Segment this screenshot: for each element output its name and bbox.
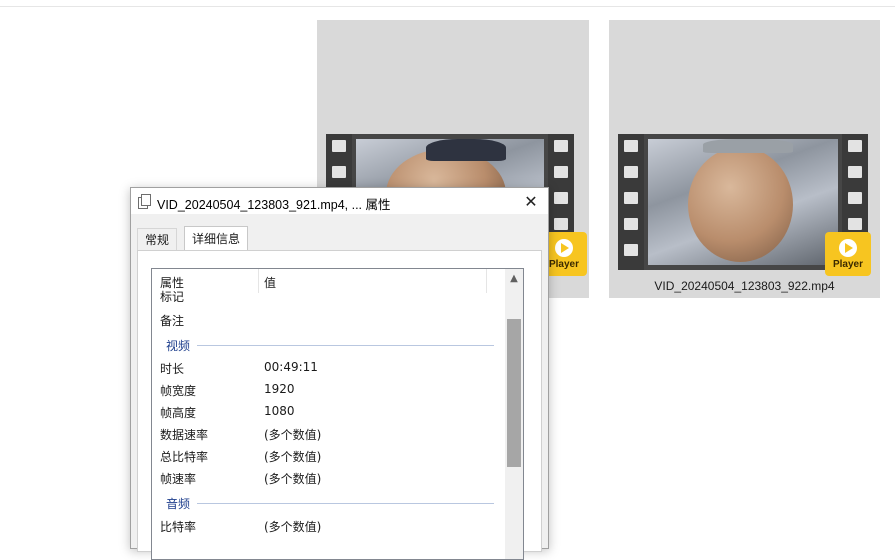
property-name: 数据速率	[160, 428, 209, 442]
properties-dialog: VID_20240504_123803_921.mp4, ... 属性 ✕ 常规…	[130, 187, 549, 560]
list-item[interactable]: 备注	[152, 309, 504, 331]
file-name: VID_20240504_123803_922.mp4	[654, 279, 835, 293]
property-value: (多个数值)	[264, 450, 322, 464]
property-value: 1920	[264, 382, 295, 396]
list-item[interactable]: 帧高度 1080	[152, 401, 504, 423]
file-properties-icon	[138, 194, 151, 209]
group-header-video: 视频	[152, 334, 504, 356]
scroll-up-arrow-icon[interactable]: ▲	[508, 273, 520, 284]
group-label: 视频	[166, 339, 191, 353]
group-label: 音频	[166, 497, 191, 511]
film-holes-left	[618, 134, 644, 270]
property-name: 标记	[160, 290, 185, 304]
vertical-scrollbar[interactable]: ▲	[505, 269, 523, 559]
list-item[interactable]: 标记	[152, 287, 504, 309]
tab-details[interactable]: 详细信息	[184, 226, 249, 251]
list-item[interactable]: 帧速率 (多个数值)	[152, 467, 504, 489]
play-icon	[839, 238, 857, 257]
property-name: 备注	[160, 314, 185, 328]
property-value: (多个数值)	[264, 472, 322, 486]
property-name: 帧宽度	[160, 384, 197, 398]
property-name: 时长	[160, 362, 185, 376]
property-list[interactable]: 属性 值 标记 备注 视频 时长 00:49:11 帧宽度 1920 帧高度 1…	[151, 268, 524, 560]
list-item[interactable]: 帧宽度 1920	[152, 379, 504, 401]
player-badge-label: Player	[548, 258, 580, 270]
toolbar-divider	[0, 6, 895, 7]
property-value: (多个数值)	[264, 428, 322, 442]
property-value: 1080	[264, 404, 295, 418]
list-item[interactable]: 总比特率 (多个数值)	[152, 445, 504, 467]
group-divider	[197, 503, 494, 504]
list-item[interactable]: 时长 00:49:11	[152, 357, 504, 379]
property-name: 总比特率	[160, 450, 209, 464]
play-icon	[555, 238, 573, 257]
property-name: 比特率	[160, 520, 197, 534]
details-panel: 属性 值 标记 备注 视频 时长 00:49:11 帧宽度 1920 帧高度 1…	[137, 250, 542, 560]
property-name: 帧高度	[160, 406, 197, 420]
dialog-title: VID_20240504_123803_921.mp4, ... 属性	[157, 198, 391, 212]
player-badge-label: Player	[832, 258, 864, 270]
group-divider	[197, 345, 494, 346]
property-value: 00:49:11	[264, 360, 318, 374]
dialog-titlebar[interactable]: VID_20240504_123803_921.mp4, ... 属性 ✕	[131, 188, 548, 214]
list-item[interactable]: 比特率 (多个数值)	[152, 515, 504, 537]
property-value: (多个数值)	[264, 520, 322, 534]
video-file-tile-2[interactable]: Player VID_20240504_123803_922.mp4	[609, 20, 880, 298]
group-header-audio: 音频	[152, 492, 504, 514]
thumbnail-frame	[648, 139, 838, 265]
player-badge: Player	[825, 232, 871, 276]
property-name: 帧速率	[160, 472, 197, 486]
list-item[interactable]: 数据速率 (多个数值)	[152, 423, 504, 445]
tab-general[interactable]: 常规	[137, 228, 178, 251]
close-icon[interactable]: ✕	[514, 188, 548, 214]
scrollbar-thumb[interactable]	[507, 319, 521, 467]
